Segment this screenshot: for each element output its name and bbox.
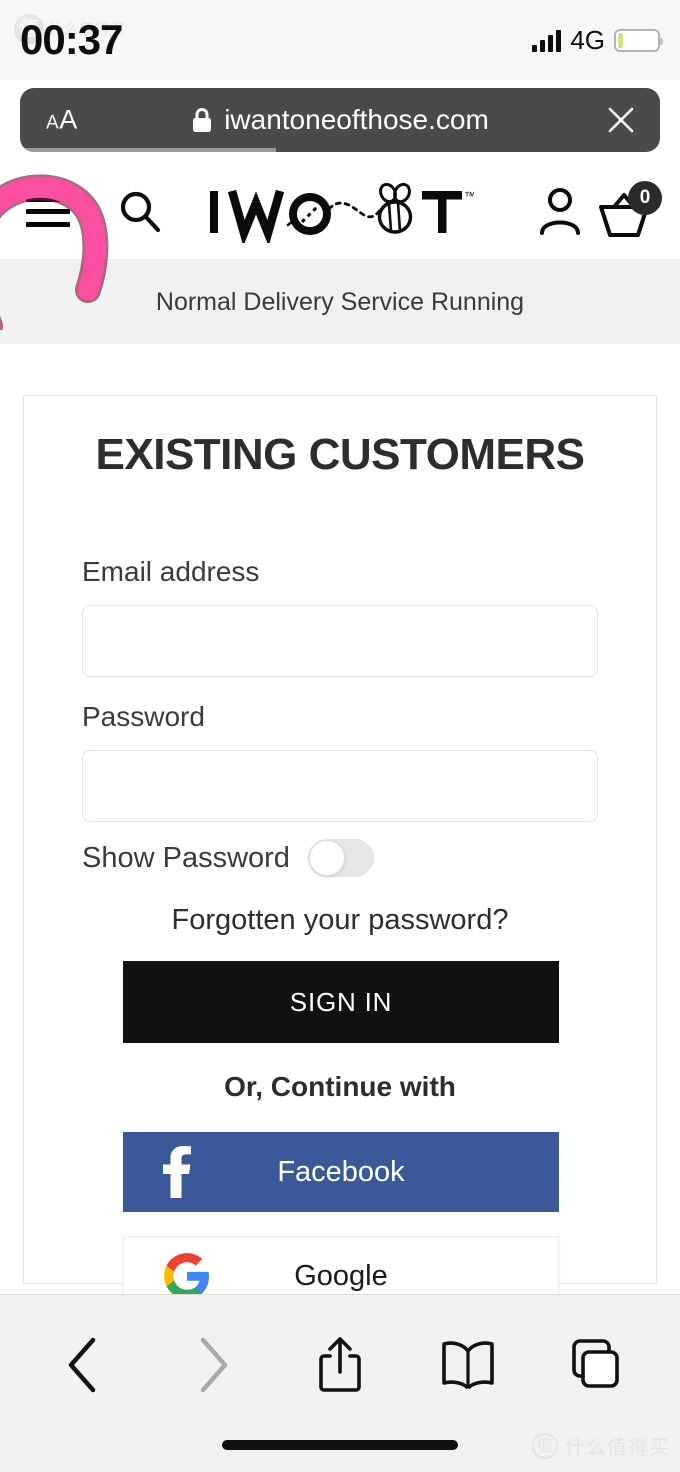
bee-icon: [377, 182, 413, 234]
menu-icon[interactable]: [26, 196, 70, 227]
delivery-banner-text: Normal Delivery Service Running: [155, 287, 525, 316]
show-password-label: Show Password: [82, 841, 290, 874]
home-indicator: [222, 1440, 458, 1450]
email-input[interactable]: [82, 605, 598, 677]
show-password-toggle[interactable]: [307, 839, 374, 877]
browser-bottom-toolbar: 值 什么值得买: [0, 1294, 680, 1472]
battery-cap: [660, 38, 663, 45]
ios-status-bar: 值 什么值得买 00:37 4G: [0, 0, 680, 80]
toggle-knob: [308, 840, 345, 876]
facebook-icon: [163, 1146, 191, 1198]
tabs-button[interactable]: [556, 1328, 636, 1402]
search-icon[interactable]: [113, 185, 167, 239]
sign-in-button[interactable]: SIGN IN: [123, 961, 559, 1043]
social-divider-label: Or, Continue with: [224, 1071, 456, 1102]
tabs-icon: [572, 1339, 619, 1388]
battery-fill: [618, 33, 623, 48]
status-bar-time: 00:37: [20, 16, 123, 63]
back-button[interactable]: [44, 1328, 124, 1402]
bookmarks-icon: [442, 1341, 494, 1390]
forgot-password-link[interactable]: Forgotten your password?: [24, 904, 656, 937]
delivery-banner: Normal Delivery Service Running: [0, 260, 680, 344]
password-label: Password: [82, 701, 205, 732]
page-title: EXISTING CUSTOMERS: [95, 430, 585, 479]
screen: 值 什么值得买 00:37 4G AA iwantoneofthose.com: [0, 0, 680, 1472]
watermark-badge-icon: 值: [532, 1432, 558, 1459]
browser-address-bar[interactable]: AA iwantoneofthose.com: [20, 88, 660, 152]
watermark-text: 什么值得买: [565, 1437, 670, 1459]
facebook-sign-in-button[interactable]: Facebook: [123, 1132, 559, 1212]
address-bar-content: iwantoneofthose.com: [20, 104, 660, 136]
site-header: ™ 0: [0, 164, 680, 260]
toolbar-icons: [0, 1323, 680, 1407]
bottom-watermark: 值 什么值得买: [532, 1431, 670, 1460]
page-body: EXISTING CUSTOMERS Email address Passwor…: [0, 344, 680, 1316]
network-type-label: 4G: [570, 25, 605, 55]
status-bar-indicators: 4G: [532, 25, 663, 56]
account-icon[interactable]: [533, 183, 587, 241]
signal-bars-icon: [532, 29, 562, 52]
site-logo[interactable]: ™: [206, 182, 474, 243]
lock-icon: [193, 107, 212, 132]
basket-button[interactable]: 0: [596, 180, 662, 243]
iwoot-logo-icon: ™: [210, 182, 474, 243]
share-button[interactable]: [300, 1328, 380, 1402]
battery-icon: [614, 29, 663, 52]
url-text: iwantoneofthose.com: [224, 104, 489, 135]
show-password-row: Show Password: [82, 839, 374, 877]
password-input[interactable]: [82, 750, 598, 822]
email-label: Email address: [82, 556, 260, 587]
page-load-progress: [20, 148, 276, 152]
back-icon: [68, 1337, 96, 1393]
login-card: EXISTING CUSTOMERS Email address Passwor…: [23, 395, 657, 1316]
forward-icon: [200, 1337, 228, 1393]
forward-button[interactable]: [172, 1328, 252, 1402]
close-icon[interactable]: [604, 103, 638, 137]
basket-count-badge: 0: [628, 180, 662, 215]
share-icon: [319, 1337, 361, 1392]
svg-text:™: ™: [464, 189, 474, 203]
bookmarks-button[interactable]: [428, 1328, 508, 1402]
